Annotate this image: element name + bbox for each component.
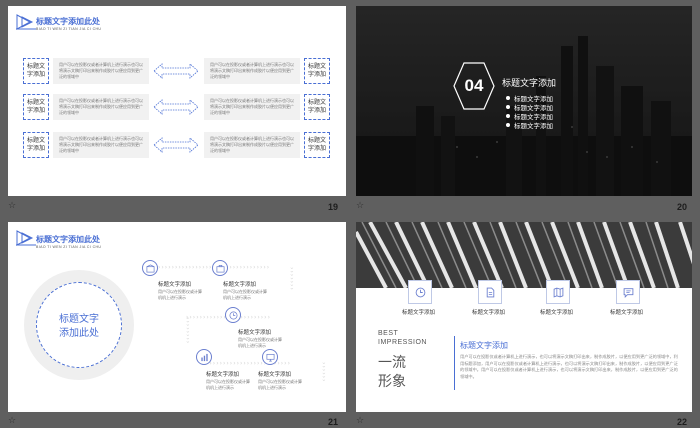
node-label: 标题文字添加 [258, 372, 292, 378]
slide-number: 20 [677, 202, 688, 212]
circle-title-line1: 标题文字 [59, 314, 99, 325]
content-title: 标题文字添加 [460, 341, 508, 350]
big-text-1: 一流 [378, 355, 406, 371]
node-desc: 机机上进行演示 [258, 385, 286, 390]
building-icon [146, 263, 154, 272]
node [196, 349, 212, 365]
monitor-icon [266, 353, 274, 361]
tag-box: 标题文字添加 [23, 132, 49, 158]
slide-21[interactable]: 标题文字添加此处 BIAO TI WEN ZI TIAN JIA CI CHU … [8, 222, 346, 412]
star-icon[interactable]: ☆ [356, 201, 364, 211]
node-label: 标题文字添加 [158, 282, 192, 288]
impression-label: IMPRESSION [378, 339, 427, 346]
node-desc: 机机上进行演示 [238, 343, 266, 348]
slide-number: 19 [328, 202, 339, 212]
double-arrow-icon [153, 137, 199, 153]
tag-box: 标题文字添加 [23, 94, 49, 120]
item-list: 标题文字添加 标题文字添加 标题文字添加 标题文字添加 [506, 93, 553, 130]
icon-label: 标题文字添加 [472, 310, 506, 316]
text-box: 用户可以在投影仪或者计算机上进行演示也可以将演示文稿打印出来制作成胶片以便应用到… [204, 94, 300, 120]
slide-19[interactable]: 标题文字添加此处 BIAO TI WEN ZI TIAN JIA CI CHU … [8, 6, 346, 196]
icon-box [546, 280, 570, 304]
slide-22[interactable]: 标题文字添加 标题文字添加 标题文字添加 标题文字添加 BEST IMPRESS… [356, 222, 692, 412]
document-icon [486, 287, 494, 297]
logo-play-icon [16, 14, 36, 30]
slide-number: 22 [677, 417, 688, 427]
divider [454, 336, 455, 390]
star-icon[interactable]: ☆ [8, 416, 16, 426]
text-box: 用户可以在投影仪或者计算机上进行演示也可以将演示文稿打印出来制作成胶片以便应用到… [204, 58, 300, 84]
page-subtitle: BIAO TI WEN ZI TIAN JIA CI CHU [36, 27, 102, 31]
node-desc: 机机上进行演示 [158, 295, 186, 300]
icon-label: 标题文字添加 [402, 310, 436, 316]
logo-play-icon [16, 230, 36, 246]
slide-number: 21 [328, 417, 339, 427]
node-label: 标题文字添加 [223, 282, 257, 288]
slide-20[interactable]: 04 标题文字添加 标题文字添加 标题文字添加 标题文字添加 标题文字添加 [356, 6, 692, 196]
tag-box: 标题文字添加 [304, 94, 330, 120]
node-desc: 机机上进行演示 [223, 295, 251, 300]
node-label: 标题文字添加 [206, 372, 240, 378]
star-icon[interactable]: ☆ [356, 416, 364, 426]
best-label: BEST [378, 330, 399, 337]
text-box: 用户可以在投影仪或者计算机上进行演示也可以将演示文稿打印出来制作成胶片以便应用到… [53, 94, 149, 120]
node-label: 标题文字添加 [238, 330, 272, 336]
node [262, 349, 278, 365]
text-box: 用户可以在投影仪或者计算机上进行演示也可以将演示文稿打印出来制作成胶片以便应用到… [53, 58, 149, 84]
node-desc: 机机上进行演示 [206, 385, 234, 390]
text-box: 用户可以在投影仪或者计算机上进行演示也可以将演示文稿打印出来制作成胶片以便应用到… [53, 132, 149, 158]
icon-label: 标题文字添加 [610, 310, 644, 316]
tag-box: 标题文字添加 [23, 58, 49, 84]
page-title: 标题文字添加此处 [36, 235, 100, 244]
icon-label: 标题文字添加 [540, 310, 574, 316]
briefcase-icon [216, 264, 224, 272]
double-arrow-icon [153, 99, 199, 115]
section-title: 标题文字添加 [502, 79, 557, 89]
flow-path-vertical: ›››››› [320, 362, 327, 383]
node [225, 307, 241, 323]
clock-icon [415, 287, 425, 297]
circle-title-line2: 添加此处 [59, 328, 99, 339]
text-box: 用户可以在投影仪或者计算机上进行演示也可以将演示文稿打印出来制作成胶片以便应用到… [204, 132, 300, 158]
map-icon [553, 286, 563, 298]
tag-box: 标题文字添加 [304, 58, 330, 84]
flow-path-vertical: ››››››› [288, 267, 295, 291]
section-number: 04 [464, 76, 484, 95]
icon-box [408, 280, 432, 304]
flow-path-vertical: ›››››››› [184, 317, 191, 345]
white-band [356, 288, 692, 412]
bar-chart-icon [200, 353, 208, 361]
list-item: 标题文字添加 [506, 120, 553, 130]
double-arrow-icon [153, 63, 199, 79]
star-icon[interactable]: ☆ [8, 201, 16, 211]
flow-path: ››››››››››››››››››››››››› [206, 360, 291, 367]
page-title: 标题文字添加此处 [36, 17, 100, 26]
node [212, 260, 228, 276]
content-paragraph: 用户可以在投影仪或者计算机上进行演示，也可以将演示文稿打印出来，制作成胶片，以便… [460, 354, 678, 379]
node [142, 260, 158, 276]
architecture-photo [356, 222, 692, 288]
icon-box [478, 280, 502, 304]
icon-box [616, 280, 640, 304]
page-subtitle: BIAO TI WEN ZI TIAN JIA CI CHU [36, 245, 102, 249]
tag-box: 标题文字添加 [304, 132, 330, 158]
big-text-2: 形象 [378, 374, 406, 390]
chat-icon [623, 287, 633, 298]
clock-icon [229, 311, 237, 319]
